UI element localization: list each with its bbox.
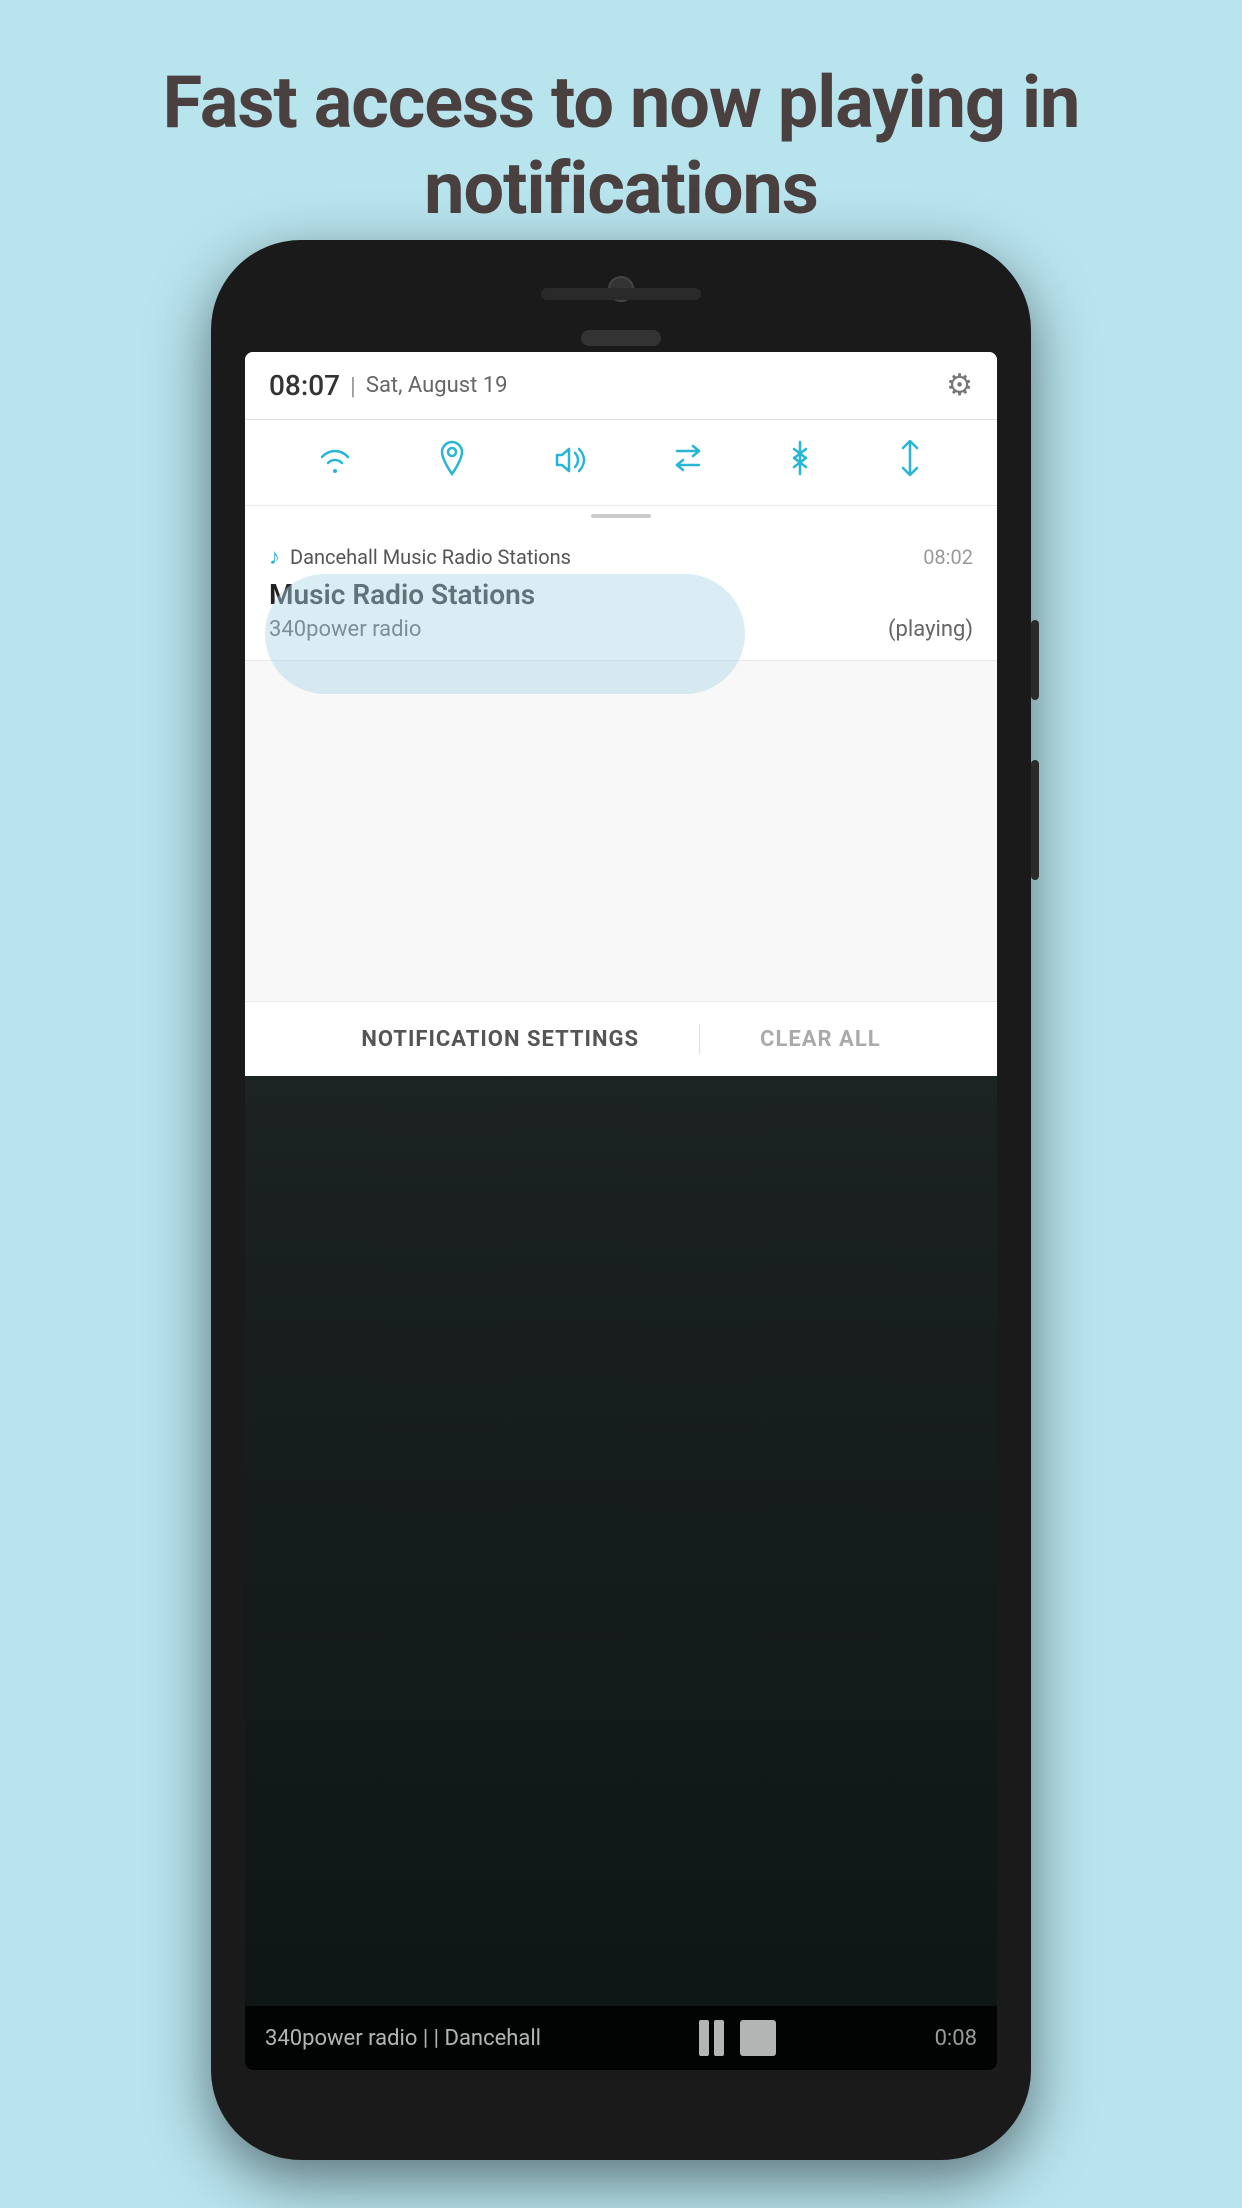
volume-icon[interactable] [551, 442, 587, 484]
player-time: 0:08 [935, 2026, 977, 2051]
music-icon: ♪ [269, 544, 280, 570]
notification-empty-space [245, 661, 997, 1001]
notification-app-name: Dancehall Music Radio Stations [290, 545, 913, 569]
notification-time: 08:02 [923, 545, 973, 569]
stop-icon[interactable] [740, 2020, 776, 2056]
phone-device: 340power radio | | Dancehall ▶ 808Reggae… [211, 240, 1031, 2160]
status-date: Sat, August 19 [366, 373, 508, 398]
sync-icon[interactable] [671, 441, 705, 484]
footer-divider [699, 1024, 700, 1054]
notification-station: 340power radio [269, 617, 421, 642]
player-bar: 340power radio | | Dancehall 0:08 [245, 2006, 997, 2070]
drag-handle [245, 506, 997, 526]
status-divider: | [350, 372, 356, 400]
phone-speaker [541, 288, 701, 300]
notification-title: Music Radio Stations [269, 578, 973, 611]
status-bar: 08:07 | Sat, August 19 ⚙ [245, 352, 997, 420]
phone-volume-button [1031, 760, 1039, 880]
notification-settings-button[interactable]: NOTIFICATION SETTINGS [361, 1027, 639, 1052]
notification-footer: NOTIFICATION SETTINGS CLEAR ALL [245, 1001, 997, 1076]
phone-power-button [1031, 620, 1039, 700]
phone-screen: 340power radio | | Dancehall ▶ 808Reggae… [245, 352, 997, 2070]
player-controls [699, 2020, 776, 2056]
pause-icon[interactable] [699, 2020, 724, 2056]
notification-subtitle: 340power radio (playing) [269, 617, 973, 642]
wifi-icon[interactable] [317, 442, 353, 484]
page-title: Fast access to now playing in notificati… [0, 0, 1242, 273]
notification-card[interactable]: ♪ Dancehall Music Radio Stations 08:02 M… [245, 526, 997, 661]
bluetooth-icon[interactable] [789, 440, 811, 485]
location-icon[interactable] [437, 440, 467, 485]
status-time: 08:07 [269, 369, 340, 402]
notification-playing-status: (playing) [888, 617, 973, 642]
notification-panel: 08:07 | Sat, August 19 ⚙ [245, 352, 997, 1076]
header-section: Fast access to now playing in notificati… [0, 0, 1242, 273]
status-bar-left: 08:07 | Sat, August 19 [269, 369, 508, 402]
data-transfer-icon[interactable] [895, 440, 925, 485]
clear-all-button[interactable]: CLEAR ALL [760, 1027, 881, 1052]
player-station-name: 340power radio | | Dancehall [265, 2026, 541, 2051]
phone-home-button [581, 330, 661, 346]
settings-icon[interactable]: ⚙ [946, 368, 973, 403]
quick-settings-row [245, 420, 997, 506]
notification-header: ♪ Dancehall Music Radio Stations 08:02 [269, 544, 973, 570]
